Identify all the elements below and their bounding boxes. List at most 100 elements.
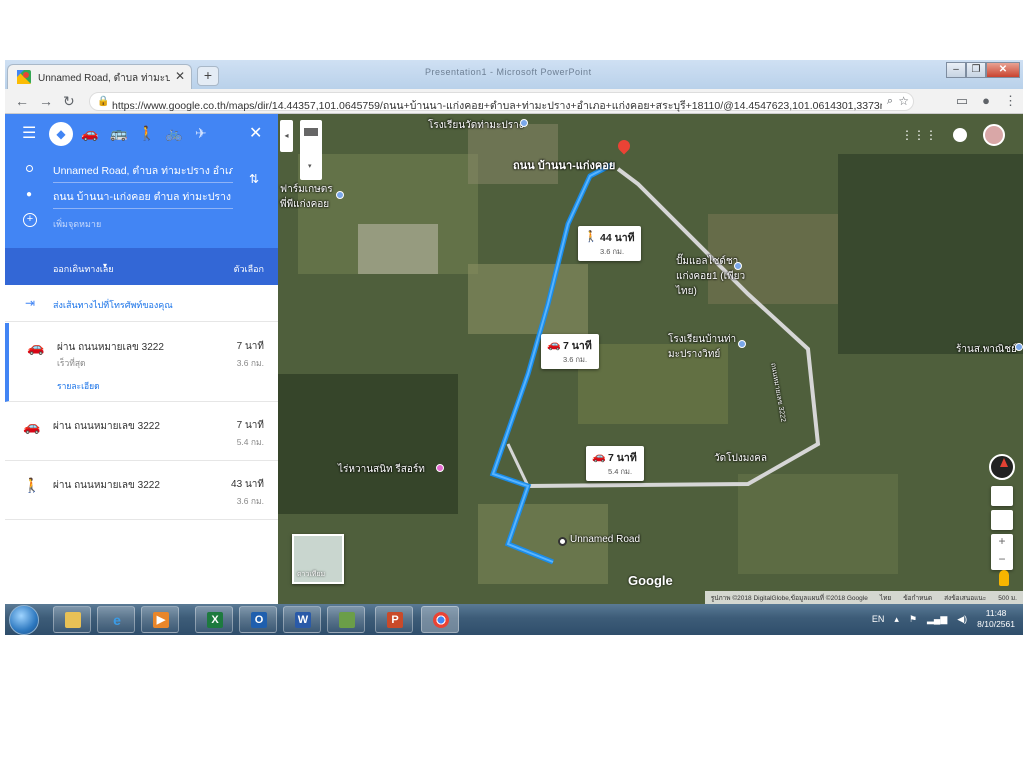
walk-icon: 🚶 [584, 231, 598, 243]
satellite-toggle[interactable]: ดาวเทียม [292, 534, 344, 584]
start-button[interactable] [9, 605, 39, 635]
taskbar-explorer[interactable] [53, 606, 91, 633]
reload-icon[interactable]: ↻ [63, 93, 75, 110]
tilt-button[interactable] [991, 486, 1013, 506]
apps-grid-icon[interactable]: ⋮⋮⋮ [901, 128, 937, 142]
clock-time: 11:48 [985, 608, 1007, 618]
url-bar[interactable]: 🔒 https://www.google.co.th/maps/dir/14.4… [89, 92, 914, 112]
back-icon[interactable]: ← [15, 93, 29, 109]
origin-dot-icon[interactable] [558, 537, 567, 546]
walk-mode-icon[interactable]: 🚶 [138, 125, 155, 142]
cast-icon[interactable]: ▭ [956, 93, 968, 109]
route-option-3[interactable]: 🚶 ผ่าน ถนนหมายเลข 3222 43 นาที 3.6 กม. [5, 461, 278, 520]
car-mode-icon[interactable]: 🚗 [81, 125, 98, 142]
avatar[interactable] [983, 124, 1005, 146]
photos-icon [339, 612, 355, 628]
car-route-callout-1[interactable]: 🚗 7 นาที 3.6 กม. [541, 334, 599, 369]
car-icon: 🚗 [592, 451, 606, 463]
chevron-down-icon: ▾ [103, 261, 108, 270]
clock-date: 8/10/2561 [977, 619, 1015, 629]
callout-time: 7 นาที [608, 452, 637, 464]
resort-poi-icon[interactable] [436, 464, 444, 472]
taskbar-ie[interactable]: e [97, 606, 135, 633]
taskbar-powerpoint[interactable]: P [375, 606, 413, 633]
account-icon[interactable]: ● [982, 93, 990, 109]
route-details-link[interactable]: รายละเอียด [57, 379, 100, 393]
new-tab-button[interactable]: + [197, 66, 219, 86]
notifications-icon[interactable] [953, 128, 967, 142]
language-link[interactable]: ไทย [880, 593, 891, 602]
send-to-phone-icon: ⇥ [25, 296, 36, 310]
close-window-button[interactable]: ✕ [986, 62, 1020, 78]
map-toggle-arrow-icon: ▾ [308, 163, 312, 170]
callout-distance: 5.4 กม. [608, 467, 633, 476]
browser-tab[interactable]: Unnamed Road, ตำบล ท่ามะปราง อำ ✕ [7, 64, 192, 89]
pegman-icon[interactable] [999, 570, 1009, 586]
taskbar-outlook[interactable]: O [239, 606, 277, 633]
lock-icon: 🔒 [97, 96, 110, 107]
farm-poi-icon[interactable] [336, 191, 344, 199]
taskbar-excel[interactable]: X [195, 606, 233, 633]
restore-button[interactable]: ❐ [966, 62, 986, 78]
taskbar-media[interactable]: ▶ [141, 606, 179, 633]
map-toggle[interactable]: ▾ [300, 120, 322, 180]
car-route-callout-2[interactable]: 🚗 7 นาที 5.4 กม. [586, 446, 644, 481]
swap-icon[interactable]: ⇅ [249, 172, 259, 186]
collapse-panel-button[interactable]: ◂ [280, 120, 293, 152]
tray-arrow-icon[interactable]: ▴ [894, 614, 899, 625]
taskbar-photos[interactable] [327, 606, 365, 633]
add-destination-icon[interactable]: + [23, 213, 37, 227]
transit-mode-icon[interactable]: 🚌 [110, 125, 127, 142]
menu-dots-icon[interactable]: ⋮ [1004, 93, 1017, 109]
walk-route-callout[interactable]: 🚶 44 นาที 3.6 กม. [578, 226, 641, 261]
compass-icon[interactable] [989, 454, 1015, 480]
school-mid-poi-icon[interactable] [738, 340, 746, 348]
walk-icon: 🚶 [23, 477, 41, 493]
close-icon[interactable]: ✕ [249, 123, 262, 143]
my-location-button[interactable] [991, 510, 1013, 530]
route-note: เร็วที่สุด [57, 358, 86, 368]
terms-link[interactable]: ข้อกำหนด [903, 593, 932, 602]
options-button[interactable]: ตัวเลือก [234, 262, 264, 276]
tab-title: Unnamed Road, ตำบล ท่ามะปราง อำ [38, 73, 170, 84]
send-to-phone-link[interactable]: ส่งเส้นทางไปที่โทรศัพท์ของคุณ [53, 298, 173, 312]
gas-station-poi-icon[interactable] [734, 262, 742, 270]
tab-close-icon[interactable]: ✕ [175, 69, 185, 83]
bike-mode-icon[interactable]: 🚲 [165, 125, 182, 142]
origin-input[interactable]: Unnamed Road, ตำบล ท่ามะปราง อำเภอ [53, 162, 233, 183]
destination-input[interactable]: ถนน บ้านนา-แก่งคอย ตำบล ท่ามะปราง อำ [53, 188, 233, 209]
map-label-shop: ร้านส.พาณิชย์ [956, 344, 1017, 355]
map-label-temple: วัดโปงมงคล [714, 453, 768, 464]
send-to-phone-row[interactable]: ⇥ ส่งเส้นทางไปที่โทรศัพท์ของคุณ [5, 285, 278, 322]
zoom-in-button[interactable]: + [991, 534, 1013, 552]
best-route-icon[interactable]: ◆ [49, 122, 73, 146]
taskbar-chrome[interactable] [421, 606, 459, 633]
route-option-1[interactable]: 🚗 ผ่าน ถนนหมายเลข 3222 7 นาที เร็วที่สุด… [5, 323, 278, 402]
forward-icon[interactable]: → [39, 93, 53, 109]
shop-poi-icon[interactable] [1015, 343, 1023, 351]
search-icon[interactable]: ⌕ [887, 95, 893, 108]
school-poi-icon[interactable] [520, 119, 528, 127]
map-view[interactable]: ◂ ▾ ⋮⋮⋮ โรงเรียนวัดท่ามะปราง ถนน บ้านนา-… [278, 114, 1023, 604]
route-via: ผ่าน ถนนหมายเลข 3222 [53, 421, 160, 432]
language-indicator[interactable]: EN [872, 614, 885, 624]
scale-bar: 500 ม. [998, 595, 1017, 602]
network-icon[interactable]: ▂▄▆ [927, 614, 947, 625]
route-option-2[interactable]: 🚗 ผ่าน ถนนหมายเลข 3222 7 นาที 5.4 กม. [5, 402, 278, 461]
map-footer: รูปภาพ ©2018 DigitalGlobe,ข้อมูลแผนที่ ©… [704, 591, 1023, 604]
zoom-out-button[interactable]: − [991, 552, 1013, 570]
volume-icon[interactable]: ◀) [957, 614, 967, 625]
flight-mode-icon[interactable]: ✈ [195, 125, 207, 142]
route-via: ผ่าน ถนนหมายเลข 3222 [57, 342, 164, 353]
clock[interactable]: 11:48 8/10/2561 [977, 608, 1015, 630]
taskbar-word[interactable]: W [283, 606, 321, 633]
minimize-button[interactable]: – [946, 62, 966, 78]
add-destination-link[interactable]: เพิ่มจุดหมาย [53, 217, 101, 231]
menu-icon[interactable]: ☰ [22, 123, 36, 143]
bookmark-star-icon[interactable]: ☆ [898, 94, 909, 108]
window-controls: – ❐ ✕ [946, 62, 1020, 78]
feedback-link[interactable]: ส่งข้อเสนอแนะ [944, 593, 986, 602]
window-title: Presentation1 - Microsoft PowerPoint [425, 67, 592, 77]
car-icon: 🚗 [547, 339, 561, 351]
flag-icon[interactable]: ⚑ [909, 614, 917, 625]
